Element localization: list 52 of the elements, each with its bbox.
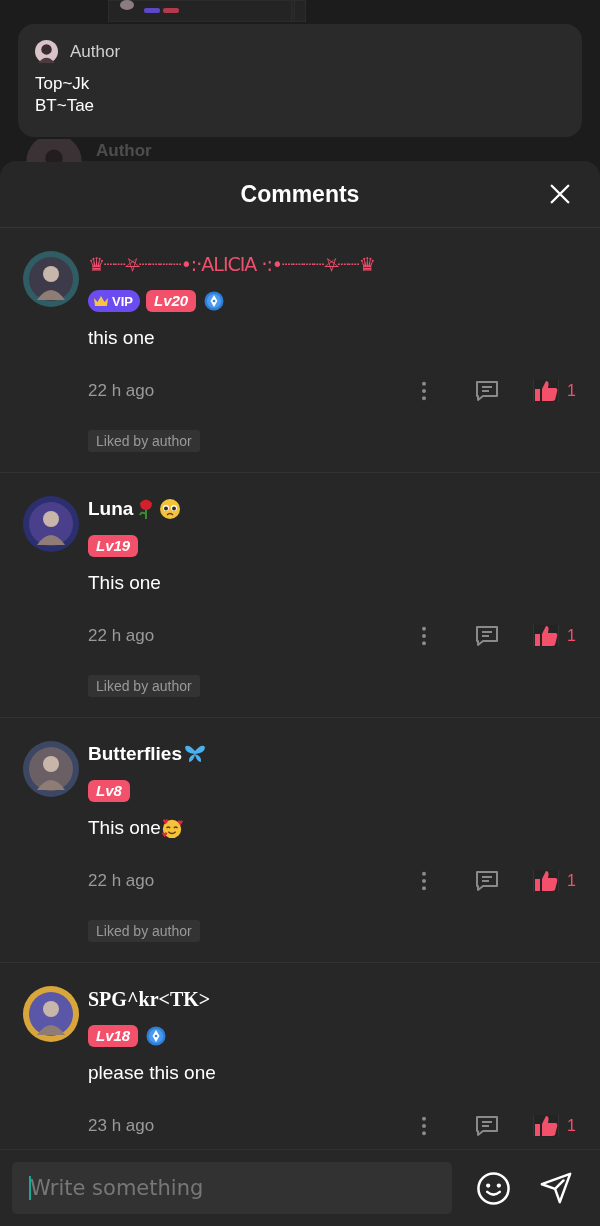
avatar[interactable] [22, 740, 80, 798]
more-icon[interactable] [421, 871, 428, 891]
comment-time: 22 h ago [88, 871, 155, 891]
reply-icon[interactable] [474, 379, 501, 403]
comment-text: This one [88, 572, 161, 594]
more-icon[interactable] [421, 626, 428, 646]
comment-time: 22 h ago [88, 381, 155, 401]
reply-icon[interactable] [474, 869, 501, 893]
user-name[interactable]: SPG^kr<TK> [88, 987, 211, 1011]
close-icon[interactable] [549, 183, 571, 205]
comment-input-field[interactable]: Write something [12, 1162, 452, 1214]
avatar[interactable] [22, 495, 80, 553]
pen-nib-badge-icon [204, 291, 225, 311]
comment-time: 23 h ago [88, 1116, 155, 1136]
sheet-title: Comments [240, 180, 360, 208]
comment-text: This one [88, 817, 161, 839]
card-text: BT~Tae [35, 95, 96, 117]
user-name[interactable]: Butterflies [88, 743, 182, 765]
crown-icon [93, 295, 109, 307]
avatar[interactable] [22, 985, 80, 1043]
like-button[interactable]: 1 [533, 625, 576, 647]
level-badge: Lv19 [88, 535, 139, 557]
text-cursor [29, 1176, 31, 1200]
level-badge: Lv20 [145, 290, 197, 312]
reply-icon[interactable] [474, 624, 501, 648]
send-icon[interactable] [539, 1171, 573, 1205]
like-button[interactable]: 1 [533, 380, 576, 402]
more-icon[interactable] [421, 381, 428, 401]
comment-time: 22 h ago [88, 626, 155, 646]
level-badge: Lv8 [88, 780, 130, 802]
user-name[interactable]: Luna [88, 498, 134, 520]
comment-text: please this one [88, 1062, 216, 1084]
level-badge: Lv18 [88, 1025, 139, 1047]
liked-by-author-tag: Liked by author [88, 920, 200, 942]
liked-by-author-tag: Liked by author [88, 430, 200, 452]
comment-text: this one [88, 327, 155, 349]
liked-by-author-tag: Liked by author [88, 675, 200, 697]
avatar [35, 40, 58, 63]
butterfly-icon [183, 743, 206, 765]
author-label: Author [70, 41, 121, 62]
sad-face-icon [159, 498, 182, 520]
avatar[interactable] [22, 250, 80, 308]
vip-label: VIP [112, 293, 133, 309]
pen-nib-badge-icon [146, 1026, 167, 1046]
card-text: Top~Jk [35, 73, 91, 95]
reply-icon[interactable] [474, 1114, 501, 1138]
like-button[interactable]: 1 [533, 870, 576, 892]
user-name[interactable]: ♛┈┈⛧┈┈┈┈•:·ALICIA ·:•┈┈┈┈⛧┈┈♛ [88, 252, 375, 276]
like-button[interactable]: 1 [533, 1115, 576, 1137]
more-icon[interactable] [421, 1116, 428, 1136]
emoji-icon[interactable] [476, 1170, 511, 1206]
smiling-face-icon [160, 817, 183, 839]
